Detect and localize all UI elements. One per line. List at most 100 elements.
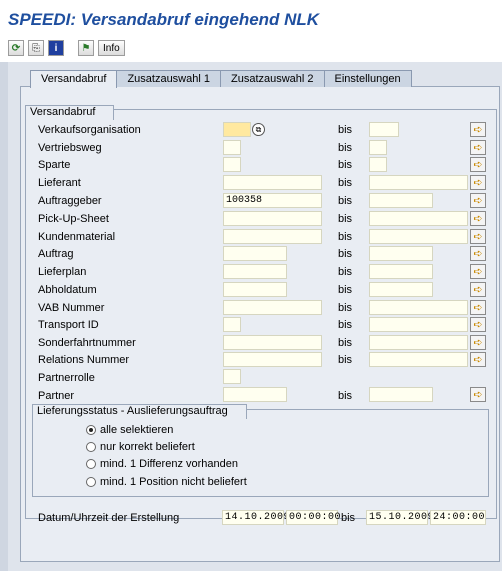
multiple-selection-arrow-icon[interactable]: ➪: [470, 335, 486, 350]
info-label: Info: [103, 42, 120, 54]
pick-up-sheet-to-input[interactable]: [369, 211, 468, 226]
sparte-from-input[interactable]: [223, 157, 241, 172]
field-label-kundenmaterial: Kundenmaterial: [38, 231, 116, 243]
multiple-selection-arrow-icon[interactable]: ➪: [470, 140, 486, 155]
radio-unselected-icon[interactable]: [86, 458, 96, 469]
field-label-sparte: Sparte: [38, 159, 71, 171]
verkaufsorganisation-from-input[interactable]: [223, 122, 251, 137]
creation-bis-label: bis: [341, 512, 356, 524]
kundenmaterial-to-input[interactable]: [369, 229, 468, 244]
vab-nummer-to-input[interactable]: [369, 300, 468, 315]
partnerrolle-input[interactable]: [223, 369, 241, 384]
radio-label: mind. 1 Position nicht beliefert: [100, 475, 247, 488]
transport-id-from-input[interactable]: [223, 317, 241, 332]
radio-label: nur korrekt beliefert: [100, 440, 195, 453]
multiple-selection-arrow-icon[interactable]: ➪: [470, 175, 486, 190]
bis-label: bis: [338, 337, 353, 349]
radio-label: mind. 1 Differenz vorhanden: [100, 457, 238, 470]
partner-to-input[interactable]: [369, 387, 433, 402]
lieferant-from-input[interactable]: [223, 175, 322, 190]
field-label-relations-nummer: Relations Nummer: [38, 354, 130, 366]
lieferplan-to-input[interactable]: [369, 264, 433, 279]
bis-label: bis: [338, 213, 353, 225]
tab-einstellungen[interactable]: Einstellungen: [323, 70, 412, 87]
transport-id-to-input[interactable]: [369, 317, 468, 332]
multiple-selection-arrow-icon[interactable]: ➪: [470, 211, 486, 226]
versandabruf-group-title: Versandabruf: [25, 105, 115, 120]
bis-label: bis: [338, 231, 353, 243]
abholdatum-from-input[interactable]: [223, 282, 287, 297]
field-label-vertriebsweg: Vertriebsweg: [38, 142, 102, 154]
multiple-selection-arrow-icon[interactable]: ➪: [470, 246, 486, 261]
flag-button[interactable]: ⚑: [78, 40, 94, 56]
lieferplan-from-input[interactable]: [223, 264, 287, 279]
creation-from-time-input[interactable]: 00:00:00: [286, 510, 341, 525]
relations-nummer-to-input[interactable]: [369, 352, 468, 367]
bis-label: bis: [338, 319, 353, 331]
execute-button[interactable]: ⟳: [8, 40, 24, 56]
bis-label: bis: [338, 390, 353, 402]
auftraggeber-from-input[interactable]: 100358: [223, 193, 322, 208]
creation-to-time-input[interactable]: 24:00:00: [430, 510, 486, 525]
multiple-selection-arrow-icon[interactable]: ➪: [470, 282, 486, 297]
bis-label: bis: [338, 177, 353, 189]
vertriebsweg-from-input[interactable]: [223, 140, 241, 155]
help-icon[interactable]: ⧉: [252, 123, 265, 136]
variant-icon: ⎘: [32, 42, 40, 54]
page-title: SPEEDI: Versandabruf eingehend NLK: [8, 10, 320, 29]
multiple-selection-arrow-icon[interactable]: ➪: [470, 387, 486, 402]
pick-up-sheet-from-input[interactable]: [223, 211, 322, 226]
creation-to-date-input[interactable]: 15.10.2009: [366, 510, 434, 525]
multiple-selection-arrow-icon[interactable]: ➪: [470, 229, 486, 244]
variant-button[interactable]: ⎘: [28, 40, 44, 56]
radio-nur-korrekt-beliefert[interactable]: nur korrekt beliefert: [86, 439, 195, 454]
tab-versandabruf[interactable]: Versandabruf: [30, 70, 118, 88]
verkaufsorganisation-to-input[interactable]: [369, 122, 399, 137]
lieferant-to-input[interactable]: [369, 175, 468, 190]
bis-label: bis: [338, 248, 353, 260]
info-button[interactable]: Info: [98, 40, 125, 56]
sonderfahrtnummer-to-input[interactable]: [369, 335, 468, 350]
radio-unselected-icon[interactable]: [86, 476, 96, 487]
application-toolbar: ⟳ ⎘ i ⚑ Info: [8, 39, 125, 57]
lieferungsstatus-group-title: Lieferungsstatus - Auslieferungsauftrag: [32, 404, 247, 419]
field-label-abholdatum: Abholdatum: [38, 284, 97, 296]
radio-selected-icon[interactable]: [86, 424, 96, 435]
partner-from-input[interactable]: [223, 387, 287, 402]
tab-zusatzauswahl-2[interactable]: Zusatzauswahl 2: [219, 70, 325, 87]
auftrag-from-input[interactable]: [223, 246, 287, 261]
info-button-icon[interactable]: i: [48, 40, 64, 56]
multiple-selection-arrow-icon[interactable]: ➪: [470, 264, 486, 279]
radio-mind-1-differenz[interactable]: mind. 1 Differenz vorhanden: [86, 456, 238, 471]
creation-from-date-input[interactable]: 14.10.2009: [222, 510, 290, 525]
sparte-to-input[interactable]: [369, 157, 387, 172]
radio-alle-selektieren[interactable]: alle selektieren: [86, 422, 173, 437]
field-label-lieferplan: Lieferplan: [38, 266, 87, 278]
relations-nummer-from-input[interactable]: [223, 352, 322, 367]
kundenmaterial-from-input[interactable]: [223, 229, 322, 244]
tab-zusatzauswahl-1[interactable]: Zusatzauswahl 1: [116, 70, 221, 87]
abholdatum-to-input[interactable]: [369, 282, 433, 297]
radio-mind-1-position[interactable]: mind. 1 Position nicht beliefert: [86, 474, 247, 489]
auftraggeber-to-input[interactable]: [369, 193, 433, 208]
multiple-selection-arrow-icon[interactable]: ➪: [470, 122, 486, 137]
bis-label: bis: [338, 266, 353, 278]
sonderfahrtnummer-from-input[interactable]: [223, 335, 322, 350]
multiple-selection-arrow-icon[interactable]: ➪: [470, 352, 486, 367]
multiple-selection-arrow-icon[interactable]: ➪: [470, 193, 486, 208]
field-label-transport-id: Transport ID: [38, 319, 99, 331]
vab-nummer-from-input[interactable]: [223, 300, 322, 315]
multiple-selection-arrow-icon[interactable]: ➪: [470, 300, 486, 315]
auftrag-to-input[interactable]: [369, 246, 433, 261]
creation-label: Datum/Uhrzeit der Erstellung: [38, 512, 180, 524]
field-label-auftrag: Auftrag: [38, 248, 74, 260]
multiple-selection-arrow-icon[interactable]: ➪: [470, 317, 486, 332]
multiple-selection-arrow-icon[interactable]: ➪: [470, 157, 486, 172]
field-label-sonderfahrtnummer: Sonderfahrtnummer: [38, 337, 136, 349]
field-label-pick-up-sheet: Pick-Up-Sheet: [38, 213, 109, 225]
vertriebsweg-to-input[interactable]: [369, 140, 387, 155]
left-margin: [0, 62, 8, 571]
radio-unselected-icon[interactable]: [86, 441, 96, 452]
field-label-vab-nummer: VAB Nummer: [38, 302, 105, 314]
bis-label: bis: [338, 159, 353, 171]
